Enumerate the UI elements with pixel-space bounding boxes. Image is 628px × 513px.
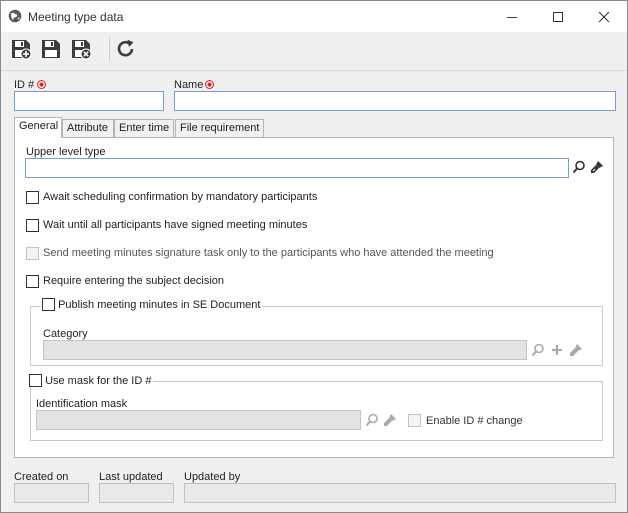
required-icon	[37, 80, 46, 89]
wait-signatures-checkbox[interactable]	[26, 219, 39, 232]
eraser-icon	[569, 344, 582, 356]
category-label: Category	[43, 328, 88, 340]
id-label: ID #	[14, 79, 35, 91]
use-mask-checkbox[interactable]	[29, 374, 42, 387]
clear-category-button	[567, 341, 584, 359]
minimize-icon	[507, 16, 517, 18]
last-updated-label: Last updated	[99, 471, 163, 483]
identification-mask-input	[36, 410, 361, 430]
publish-minutes-label: Publish meeting minutes in SE Document	[58, 299, 261, 311]
tab-attribute[interactable]: Attribute	[62, 119, 114, 138]
publish-minutes-checkbox[interactable]	[42, 298, 55, 311]
use-mask-label: Use mask for the ID #	[45, 375, 152, 387]
clear-upper-level-button[interactable]	[588, 158, 605, 176]
search-upper-level-button[interactable]	[570, 158, 587, 176]
toolbar	[1, 32, 627, 66]
general-tab-panel: Upper level type Await scheduling confir…	[14, 137, 614, 458]
floppy-icon	[42, 40, 60, 58]
eraser-icon	[383, 414, 396, 426]
updated-by-field	[184, 483, 616, 503]
await-confirmation-checkbox[interactable]	[26, 191, 39, 204]
updated-by-label: Updated by	[184, 471, 241, 483]
meeting-type-window: Meeting type data ID # Name General Attr…	[0, 0, 628, 513]
add-category-button	[548, 341, 565, 359]
title-bar: Meeting type data	[1, 1, 627, 32]
name-input[interactable]	[174, 91, 616, 111]
enable-id-change-checkbox	[408, 414, 421, 427]
require-subject-decision-label: Require entering the subject decision	[43, 275, 225, 287]
eraser-icon	[590, 161, 603, 173]
floppy-plus-icon	[12, 40, 32, 60]
toolbar-divider	[1, 70, 627, 71]
mask-legend: Use mask for the ID #	[27, 374, 154, 387]
refresh-icon	[117, 39, 134, 57]
send-signature-task-label: Send meeting minutes signature task only…	[43, 247, 494, 259]
name-label: Name	[174, 79, 204, 91]
search-icon	[572, 160, 585, 174]
save-and-new-button[interactable]	[9, 37, 33, 61]
save-and-close-button[interactable]	[69, 37, 93, 61]
category-input	[43, 340, 527, 360]
save-button[interactable]	[39, 37, 63, 61]
plus-icon	[551, 345, 562, 355]
toolbar-separator	[109, 37, 110, 61]
maximize-button[interactable]	[535, 1, 581, 32]
clear-mask-button	[381, 411, 398, 429]
created-on-label: Created on	[14, 471, 69, 483]
wait-signatures-label: Wait until all participants have signed …	[43, 219, 308, 231]
search-icon	[531, 343, 544, 357]
required-icon	[205, 80, 214, 89]
refresh-button[interactable]	[114, 37, 138, 61]
await-confirmation-label: Await scheduling confirmation by mandato…	[43, 191, 318, 203]
tab-enter-time[interactable]: Enter time	[114, 119, 174, 138]
tab-general[interactable]: General	[14, 117, 62, 138]
last-updated-field	[99, 483, 174, 503]
maximize-icon	[553, 11, 563, 22]
search-category-button	[529, 341, 546, 359]
search-mask-button	[363, 411, 380, 429]
created-on-field	[14, 483, 89, 503]
upper-level-type-label: Upper level type	[26, 146, 106, 158]
identification-mask-label: Identification mask	[36, 398, 128, 410]
search-icon	[365, 413, 378, 427]
globe-icon	[8, 9, 22, 23]
tab-file-requirement[interactable]: File requirement	[175, 119, 264, 138]
send-signature-task-checkbox	[26, 247, 39, 260]
close-button[interactable]	[581, 1, 627, 32]
enable-id-change-label: Enable ID # change	[426, 415, 523, 427]
floppy-close-icon	[72, 40, 92, 60]
close-icon	[598, 11, 610, 22]
require-subject-decision-checkbox[interactable]	[26, 275, 39, 288]
window-title: Meeting type data	[28, 10, 124, 24]
publish-minutes-legend: Publish meeting minutes in SE Document	[40, 298, 263, 311]
id-input[interactable]	[14, 91, 164, 111]
upper-level-type-input[interactable]	[25, 158, 569, 178]
minimize-button[interactable]	[489, 1, 535, 32]
